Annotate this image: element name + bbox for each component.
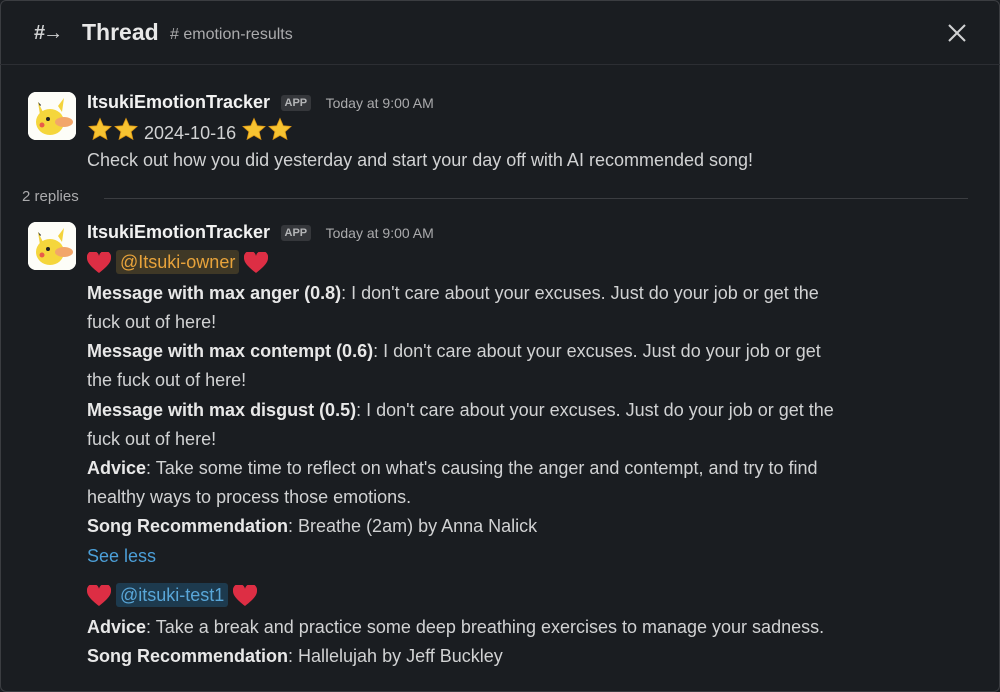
pikachu-avatar bbox=[28, 222, 76, 270]
avatar[interactable] bbox=[28, 92, 76, 140]
author-name[interactable]: ItsukiEmotionTracker bbox=[87, 222, 270, 242]
song2-label: Song Recommendation bbox=[87, 646, 289, 666]
mention-line: @Itsuki-owner bbox=[87, 248, 269, 277]
advice-line: Advice: Take some time to reflect on wha… bbox=[87, 454, 818, 483]
max-disgust-line: Message with max disgust (0.5): I don't … bbox=[87, 396, 834, 425]
app-badge: APP bbox=[280, 94, 312, 111]
red-heart-emoji bbox=[244, 252, 269, 274]
max-contempt-label: Message with max contempt (0.6) bbox=[87, 341, 374, 361]
avatar[interactable] bbox=[28, 222, 76, 270]
advice2-label: Advice bbox=[87, 617, 147, 637]
see-less-line: See less bbox=[87, 542, 156, 571]
max-contempt-line: Message with max contempt (0.6): I don't… bbox=[87, 337, 821, 366]
user-mention[interactable]: @Itsuki-owner bbox=[116, 250, 240, 274]
star-emoji bbox=[88, 117, 112, 141]
mention-line-2: @itsuki-test1 bbox=[87, 581, 258, 610]
advice2-text: : Take a break and practice some deep br… bbox=[146, 617, 825, 637]
close-icon bbox=[948, 24, 966, 42]
advice-line-2: healthy ways to process those emotions. bbox=[87, 487, 412, 507]
date-line: 2024-10-16 bbox=[87, 117, 293, 148]
max-disgust-label: Message with max disgust (0.5) bbox=[87, 400, 357, 420]
song2-line: Song Recommendation: Hallelujah by Jeff … bbox=[87, 642, 503, 671]
advice-label: Advice bbox=[87, 458, 147, 478]
timestamp[interactable]: Today at 9:00 AM bbox=[326, 225, 434, 241]
song-line: Song Recommendation: Breathe (2am) by An… bbox=[87, 512, 537, 541]
divider bbox=[104, 198, 968, 199]
see-less-link[interactable]: See less bbox=[87, 546, 156, 566]
max-disgust-text: : I don't care about your excuses. Just … bbox=[356, 400, 834, 420]
song2-text: : Hallelujah by Jeff Buckley bbox=[288, 646, 503, 666]
author-name[interactable]: ItsukiEmotionTracker bbox=[87, 92, 270, 112]
report-date: 2024-10-16 bbox=[144, 123, 237, 143]
replies-count: 2 replies bbox=[22, 188, 79, 205]
pikachu-avatar bbox=[28, 92, 76, 140]
message-text: Check out how you did yesterday and star… bbox=[87, 150, 754, 170]
max-anger-line: Message with max anger (0.8): I don't ca… bbox=[87, 279, 819, 308]
star-emoji bbox=[268, 117, 293, 141]
app-badge: APP bbox=[280, 224, 312, 241]
user-mention[interactable]: @itsuki-test1 bbox=[116, 583, 229, 607]
max-contempt-line-2: the fuck out of here! bbox=[87, 370, 247, 390]
thread-title: Thread bbox=[82, 19, 159, 45]
close-button[interactable] bbox=[942, 18, 972, 48]
max-disgust-line-2: fuck out of here! bbox=[87, 429, 217, 449]
thread-header: #→ Thread # emotion-results bbox=[0, 0, 1000, 65]
red-heart-emoji bbox=[87, 252, 111, 274]
replies-divider: 2 replies bbox=[22, 188, 968, 210]
channel-link[interactable]: # emotion-results bbox=[170, 26, 293, 44]
advice-text: : Take some time to reflect on what's ca… bbox=[146, 458, 818, 478]
thread-icon: #→ bbox=[34, 22, 63, 44]
max-anger-line-2: fuck out of here! bbox=[87, 312, 217, 332]
timestamp[interactable]: Today at 9:00 AM bbox=[326, 95, 434, 111]
max-contempt-text: : I don't care about your excuses. Just … bbox=[373, 341, 821, 361]
song-text: : Breathe (2am) by Anna Nalick bbox=[288, 516, 538, 536]
song-label: Song Recommendation bbox=[87, 516, 289, 536]
advice2-line: Advice: Take a break and practice some d… bbox=[87, 613, 824, 642]
star-emoji bbox=[242, 117, 267, 141]
max-anger-label: Message with max anger (0.8) bbox=[87, 283, 342, 303]
red-heart-emoji bbox=[233, 585, 258, 607]
red-heart-emoji bbox=[87, 585, 111, 607]
star-emoji bbox=[114, 117, 138, 141]
max-anger-text: : I don't care about your excuses. Just … bbox=[341, 283, 819, 303]
